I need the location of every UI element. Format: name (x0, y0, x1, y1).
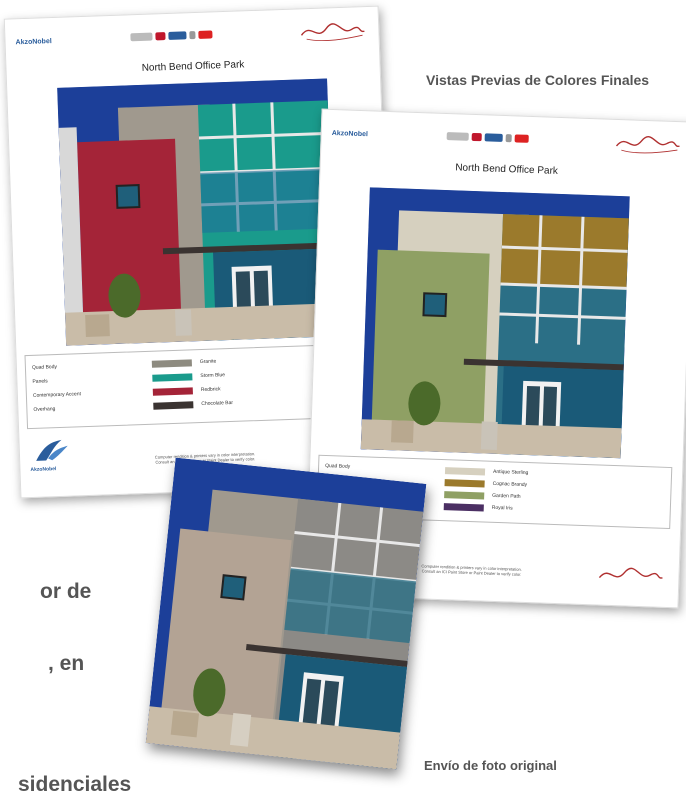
legend-row: Quad Body Granite (31, 358, 217, 371)
legend-row: Contemporary Accent Redbrick (32, 386, 221, 399)
color-swatch (443, 502, 484, 512)
color-swatch (151, 358, 192, 368)
sheet-title: North Bend Office Park (455, 162, 559, 177)
body-text-fragment: sidenciales (18, 773, 132, 796)
akzonobel-bird-icon (36, 439, 68, 461)
signature-logo (300, 23, 365, 42)
finals-caption: Vistas Previas de Colores Finales (426, 72, 650, 88)
original-photo[interactable] (145, 457, 427, 770)
sponsor-logos (446, 130, 529, 145)
building-render (57, 78, 337, 346)
color-swatch (152, 386, 193, 396)
legend-row: Panels Storm Blue (32, 372, 226, 385)
sponsor-logos (130, 28, 213, 43)
signature-logo (615, 136, 680, 154)
signature-logo (598, 567, 663, 579)
color-swatch (444, 466, 486, 476)
building-render (360, 187, 630, 459)
body-text-fragment: , en (48, 652, 85, 675)
building-photo (145, 457, 427, 770)
color-swatch (152, 372, 193, 382)
brand-logo: AkzoNobel (15, 38, 52, 47)
brand-logo: AkzoNobel (331, 129, 369, 139)
sheet-title: North Bend Office Park (141, 59, 245, 74)
legend-row: Overhang Chocolate Bar (33, 399, 234, 413)
original-caption: Envío de foto original (424, 758, 557, 773)
color-swatch (444, 490, 485, 500)
brand-footer: AkzoNobel (30, 466, 57, 474)
disclaimer: Computer rendition & printers vary in co… (421, 563, 522, 577)
color-swatch (444, 478, 485, 488)
color-swatch (153, 400, 194, 410)
body-text-fragment: or de (40, 580, 92, 603)
